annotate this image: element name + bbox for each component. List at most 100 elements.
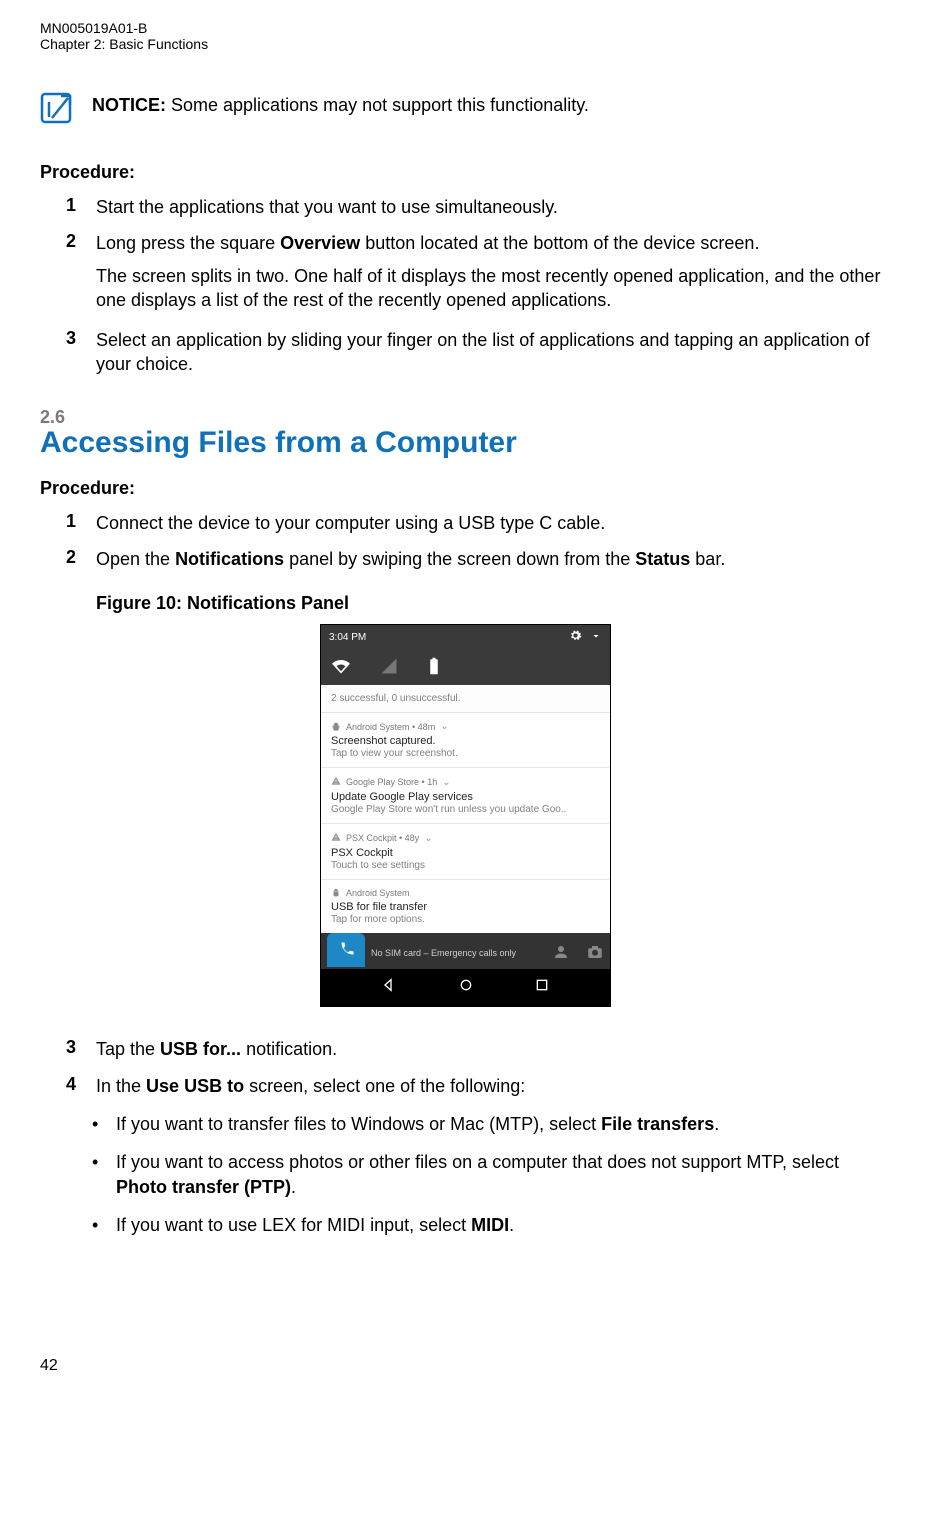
notif-subtitle: Touch to see settings	[331, 860, 600, 871]
phone-favorites-row: No SIM card – Emergency calls only	[321, 933, 610, 969]
step-text: Long press the square Overview button lo…	[96, 231, 891, 312]
phone-notif-summary: 2 successful, 0 unsuccessful.	[321, 685, 610, 713]
step-text: Start the applications that you want to …	[96, 195, 891, 219]
text: Open the	[96, 549, 175, 569]
text: screen, select one of the following:	[244, 1076, 525, 1096]
notice-icon	[40, 92, 72, 124]
step-text: Select an application by sliding your fi…	[96, 328, 891, 377]
text: If you want to access photos or other fi…	[116, 1152, 839, 1172]
phone-sim-status: No SIM card – Emergency calls only	[371, 948, 516, 958]
step-text: In the Use USB to screen, select one of …	[96, 1074, 891, 1098]
bullet-item: • If you want to use LEX for MIDI input,…	[92, 1213, 891, 1237]
text: panel by swiping the screen down from th…	[284, 549, 635, 569]
notice-text: NOTICE: Some applications may not suppor…	[92, 94, 589, 117]
text: .	[291, 1177, 296, 1197]
bold-notifications: Notifications	[175, 549, 284, 569]
section-title: Accessing Files from a Computer	[40, 426, 891, 460]
text: .	[714, 1114, 719, 1134]
text: Long press the square	[96, 233, 280, 253]
gear-icon	[569, 629, 582, 645]
notif-title: USB for file transfer	[331, 901, 600, 913]
notif-title: PSX Cockpit	[331, 847, 600, 859]
step-text: Connect the device to your computer usin…	[96, 511, 891, 535]
step-number: 1	[66, 511, 82, 535]
bullet-dot: •	[92, 1213, 100, 1237]
bold-usb-for: USB for...	[160, 1039, 241, 1059]
procedure-list-continued: 3 Tap the USB for... notification. 4 In …	[40, 1037, 891, 1237]
phone-notification: Android System USB for file transfer Tap…	[321, 880, 610, 933]
text: bar.	[690, 549, 725, 569]
step-1: 1 Start the applications that you want t…	[66, 195, 891, 219]
notif-app-label: Android System	[346, 888, 410, 898]
bullet-list: • If you want to transfer files to Windo…	[66, 1112, 891, 1237]
phone-quick-settings	[321, 649, 610, 685]
bullet-text: If you want to transfer files to Windows…	[116, 1112, 719, 1136]
chevron-down-icon: ⌄	[442, 777, 450, 788]
bold-midi: MIDI	[471, 1215, 509, 1235]
notif-app-label: PSX Cockpit • 48y	[346, 833, 419, 843]
step-1: 1 Connect the device to your computer us…	[66, 511, 891, 535]
bold-status: Status	[635, 549, 690, 569]
procedure-label: Procedure:	[40, 478, 891, 499]
phone-dialer-icon	[327, 933, 365, 967]
step-number: 1	[66, 195, 82, 219]
text: button located at the bottom of the devi…	[360, 233, 759, 253]
notif-app-label: Google Play Store • 1h	[346, 777, 437, 787]
bullet-dot: •	[92, 1112, 100, 1136]
phone-notification: PSX Cockpit • 48y ⌄ PSX Cockpit Touch to…	[321, 824, 610, 880]
nav-home-icon	[458, 977, 474, 998]
contacts-icon	[552, 943, 570, 963]
bullet-text: If you want to access photos or other fi…	[116, 1150, 891, 1199]
procedure-list: 1 Start the applications that you want t…	[40, 195, 891, 377]
phone-nav-bar	[321, 969, 610, 1006]
bullet-item: • If you want to access photos or other …	[92, 1150, 891, 1199]
text: If you want to transfer files to Windows…	[116, 1114, 601, 1134]
warning-icon	[331, 776, 341, 788]
step-number: 2	[66, 231, 82, 312]
cellular-icon	[379, 657, 399, 675]
notif-title: Update Google Play services	[331, 791, 600, 803]
step-number: 4	[66, 1074, 82, 1098]
section-number: 2.6	[40, 407, 891, 428]
step-3: 3 Select an application by sliding your …	[66, 328, 891, 377]
battery-icon	[427, 657, 441, 675]
step-3: 3 Tap the USB for... notification.	[66, 1037, 891, 1061]
doc-id: MN005019A01-B	[40, 20, 891, 36]
text: Tap the	[96, 1039, 160, 1059]
text: .	[509, 1215, 514, 1235]
phone-clock: 3:04 PM	[329, 632, 366, 643]
figure-phone-screenshot: 3:04 PM 2 successful, 0 unsuccessful.	[320, 624, 611, 1007]
procedure-label: Procedure:	[40, 162, 891, 183]
procedure-list: 1 Connect the device to your computer us…	[40, 511, 891, 572]
text: notification.	[241, 1039, 337, 1059]
notif-title: Screenshot captured.	[331, 735, 600, 747]
phone-notification: Android System • 48m ⌄ Screenshot captur…	[321, 713, 610, 768]
phone-notification: Google Play Store • 1h ⌄ Update Google P…	[321, 768, 610, 824]
step-4: 4 In the Use USB to screen, select one o…	[66, 1074, 891, 1098]
page-number: 42	[40, 1357, 891, 1375]
step-text: Open the Notifications panel by swiping …	[96, 547, 891, 571]
step-number: 3	[66, 1037, 82, 1061]
warning-icon	[331, 832, 341, 844]
camera-icon	[586, 943, 604, 963]
bold-overview: Overview	[280, 233, 360, 253]
bold-photo-transfer: Photo transfer (PTP)	[116, 1177, 291, 1197]
chevron-down-icon: ⌄	[440, 721, 448, 732]
notif-subtitle: Google Play Store won't run unless you u…	[331, 804, 600, 815]
text: In the	[96, 1076, 146, 1096]
bullet-item: • If you want to transfer files to Windo…	[92, 1112, 891, 1136]
notice-block: NOTICE: Some applications may not suppor…	[40, 94, 891, 124]
bullet-text: If you want to use LEX for MIDI input, s…	[116, 1213, 514, 1237]
figure-caption: Figure 10: Notifications Panel	[96, 593, 891, 614]
notif-app-label: Android System • 48m	[346, 722, 435, 732]
step-number: 3	[66, 328, 82, 377]
wifi-icon	[331, 657, 351, 675]
step-subtext: The screen splits in two. One half of it…	[96, 264, 891, 313]
chevron-down-icon	[590, 630, 602, 645]
notif-subtitle: Tap for more options.	[331, 914, 600, 925]
text: If you want to use LEX for MIDI input, s…	[116, 1215, 471, 1235]
step-2: 2 Open the Notifications panel by swipin…	[66, 547, 891, 571]
nav-back-icon	[381, 977, 397, 998]
step-number: 2	[66, 547, 82, 571]
bold-file-transfers: File transfers	[601, 1114, 714, 1134]
